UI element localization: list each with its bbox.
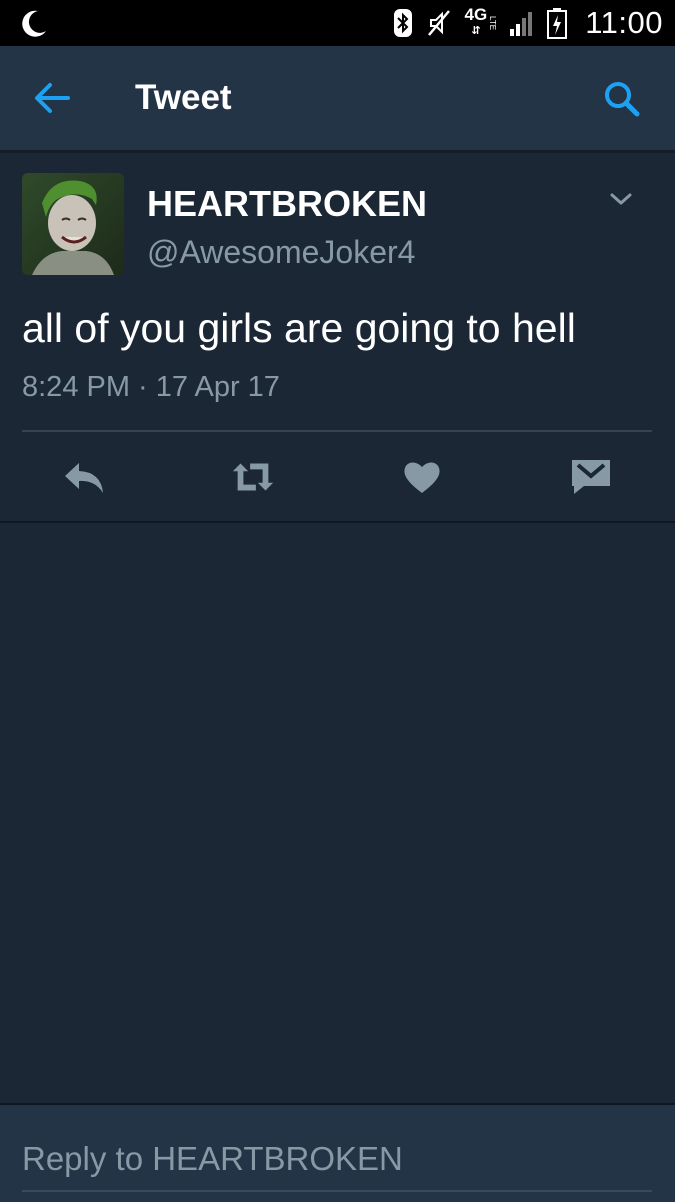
page-title: Tweet [135,78,232,117]
mute-icon [427,10,450,36]
battery-icon [547,8,568,39]
signal-icon [510,12,533,36]
card-divider [0,521,675,523]
network-4g-icon: 4G ⇵ LTE [464,5,498,37]
network-label: 4G [464,5,488,24]
avatar-image [22,173,124,275]
reply-input[interactable] [22,1133,652,1185]
reply-bar [0,1103,675,1202]
avatar[interactable] [22,173,124,275]
retweet-icon [232,463,274,491]
arrow-left-icon[interactable] [32,80,72,116]
retweet-button[interactable] [229,455,277,499]
direct-message-button[interactable] [567,455,615,499]
divider [22,430,652,432]
like-button[interactable] [398,455,446,499]
reply-button[interactable] [60,455,108,499]
direct-message-icon [572,460,610,494]
network-sub-label: LTE [488,15,498,31]
reply-underline [22,1190,652,1192]
app-bar: Tweet [0,46,675,152]
chevron-down-icon[interactable] [609,191,633,207]
tweet-timestamp: 8:24 PM · 17 Apr 17 [22,371,280,403]
status-bar: 4G ⇵ LTE 11:00 [0,0,675,46]
tweet-text: all of you girls are going to hell [22,305,576,351]
bluetooth-icon [393,9,412,37]
heart-icon [404,462,440,493]
display-name[interactable]: HEARTBROKEN [147,183,427,225]
moon-icon [22,10,46,37]
search-icon[interactable] [603,80,641,118]
status-time: 11:00 [585,5,663,40]
user-handle[interactable]: @AwesomeJoker4 [147,234,415,271]
tweet-card: HEARTBROKEN @AwesomeJoker4 all of you gi… [0,153,675,521]
reply-icon [65,463,103,493]
